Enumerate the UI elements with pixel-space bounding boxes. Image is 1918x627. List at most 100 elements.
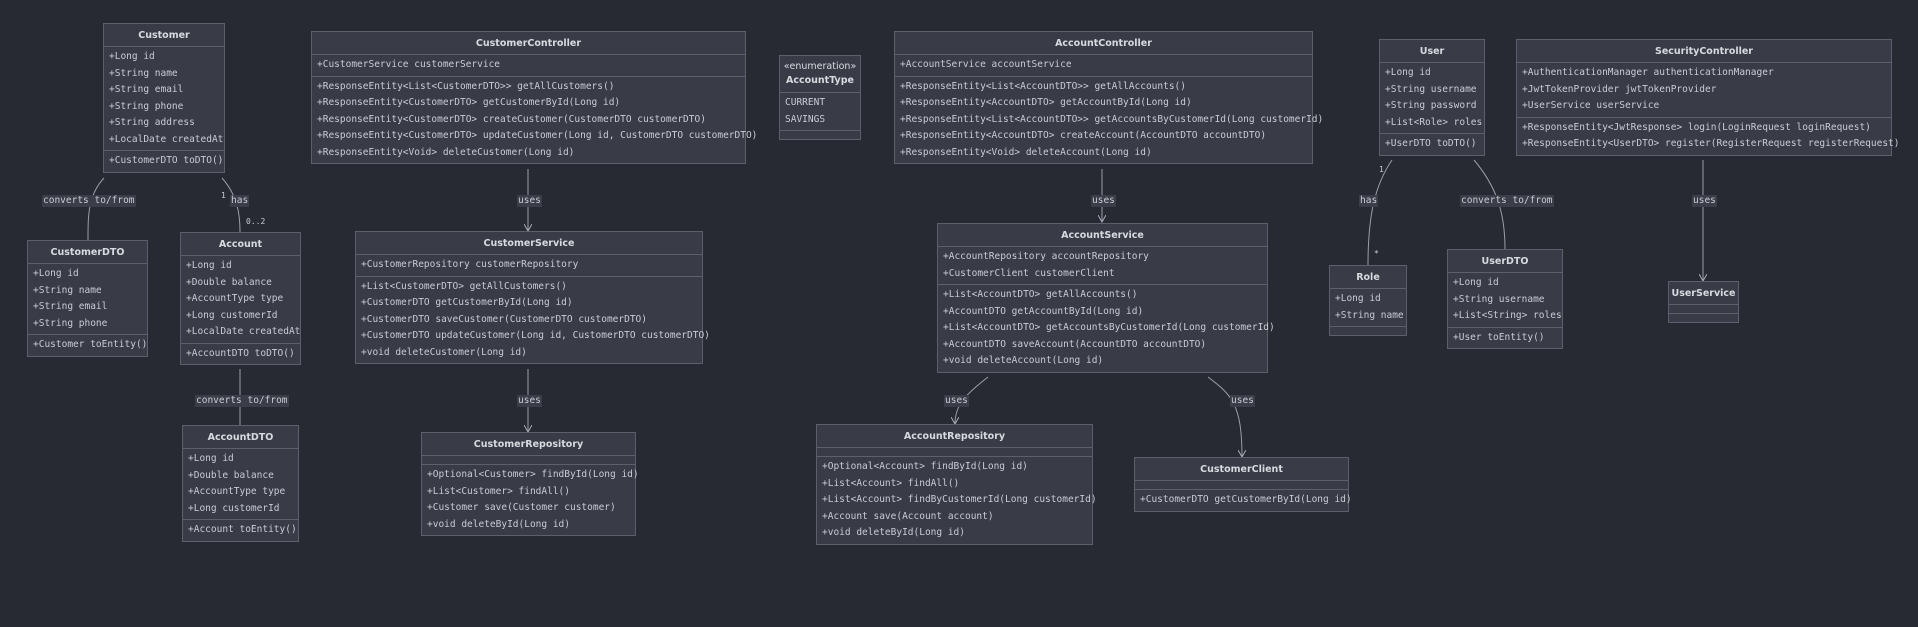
relation-label-accountcontroller-accountservice: uses [1091, 195, 1116, 207]
field: +String name [1335, 309, 1404, 321]
method: +void deleteAccount(Long id) [943, 355, 1104, 366]
method: +List<CustomerDTO> getAllCustomers() [361, 280, 567, 292]
field: +Long id [109, 51, 155, 62]
field: +AuthenticationManager authenticationMan… [1522, 67, 1774, 78]
field: +Long id [33, 268, 79, 279]
class-methods: +CustomerDTO toDTO() [104, 150, 224, 172]
method: +CustomerDTO saveCustomer(CustomerDTO cu… [361, 313, 647, 325]
class-methods: +ResponseEntity<List<AccountDTO>> getAll… [895, 75, 1324, 164]
class-security-controller[interactable]: SecurityController +AuthenticationManage… [1516, 39, 1900, 156]
relation-label-accountservice-accountrepository: uses [944, 395, 969, 407]
class-user-service[interactable]: UserService [1668, 281, 1739, 323]
method: +ResponseEntity<JwtResponse> login(Login… [1522, 121, 1871, 133]
field: +Double balance [188, 469, 274, 481]
field: +String username [1385, 83, 1477, 95]
class-methods: +List<CustomerDTO> getAllCustomers() +Cu… [356, 275, 710, 364]
class-methods [1669, 313, 1738, 322]
class-name: AccountDTO [207, 432, 274, 443]
relation-label-customer-account: has [230, 195, 250, 207]
method: +Customer toEntity() [33, 339, 148, 350]
method: +ResponseEntity<CustomerDTO> updateCusto… [317, 130, 758, 141]
relation-label-customercontroller-customerservice: uses [517, 195, 542, 207]
edge-user-role [1367, 159, 1393, 266]
class-fields: +Long id +String name [1330, 288, 1406, 326]
method: +List<AccountDTO> getAllAccounts() [943, 289, 1138, 300]
method: +ResponseEntity<List<CustomerDTO>> getAl… [317, 80, 615, 92]
method: +ResponseEntity<AccountDTO> getAccountBy… [900, 97, 1192, 108]
edge-accountservice-customerclient [1207, 376, 1242, 457]
field: +String username [1453, 293, 1545, 305]
class-name: CustomerDTO [50, 247, 125, 258]
field: +String address [109, 117, 195, 128]
enum-value: SAVINGS [785, 113, 826, 125]
class-fields: +Long id +String name +String email +Str… [28, 263, 147, 334]
relation-label-user-userdto: converts to/from [1460, 195, 1554, 207]
class-role[interactable]: Role +Long id +String name [1329, 265, 1407, 336]
method: +Account save(Account account) [822, 510, 994, 522]
class-methods [780, 130, 860, 139]
field: +Long customerId [188, 502, 280, 514]
class-user[interactable]: User +Long id +String username +String p… [1379, 39, 1485, 156]
class-account-service[interactable]: AccountService +AccountRepository accoun… [937, 223, 1275, 373]
field: +LocalDate createdAt [186, 326, 301, 337]
class-fields [422, 455, 635, 464]
method: +Optional<Customer> findById(Long id) [427, 469, 639, 480]
class-customer-controller[interactable]: CustomerController +CustomerService cust… [311, 31, 758, 164]
method: +void deleteCustomer(Long id) [361, 346, 527, 358]
field: +LocalDate createdAt [109, 133, 224, 145]
method: +ResponseEntity<Void> deleteAccount(Long… [900, 146, 1152, 158]
class-fields: +Long id +String username +List<String> … [1448, 272, 1562, 327]
class-methods: +Optional<Customer> findById(Long id) +L… [422, 464, 639, 535]
class-name: User [1419, 46, 1445, 57]
class-customer-service[interactable]: CustomerService +CustomerRepository cust… [355, 231, 710, 364]
class-customer[interactable]: Customer +Long id +String name +String e… [103, 23, 225, 173]
method: +ResponseEntity<AccountDTO> createAccoun… [900, 130, 1267, 141]
method: +ResponseEntity<List<AccountDTO>> getAcc… [900, 113, 1324, 125]
class-name: Customer [138, 30, 190, 41]
class-fields [1135, 480, 1348, 489]
relation-label-customer-customerdto: converts to/from [42, 195, 136, 207]
relation-label-user-role: has [1359, 195, 1379, 207]
class-account-controller[interactable]: AccountController +AccountService accoun… [894, 31, 1324, 164]
method: +List<Account> findAll() [822, 477, 960, 489]
class-methods: +CustomerDTO getCustomerById(Long id) [1135, 489, 1352, 511]
method: +void deleteById(Long id) [822, 527, 965, 538]
field: +Long id [1385, 67, 1431, 78]
multiplicity-account-side: 0..2 [246, 217, 266, 226]
class-fields: +AccountRepository accountRepository +Cu… [938, 246, 1267, 284]
class-methods: +ResponseEntity<List<CustomerDTO>> getAl… [312, 75, 758, 164]
class-account-type[interactable]: «enumeration» AccountType CURRENT SAVING… [779, 55, 861, 140]
multiplicity-role-side: * [1374, 249, 1379, 258]
class-methods: +Optional<Account> findById(Long id) +Li… [817, 456, 1097, 544]
method: +List<AccountDTO> getAccountsByCustomerI… [943, 322, 1275, 333]
relation-label-securitycontroller-userservice: uses [1692, 195, 1717, 207]
method: +ResponseEntity<UserDTO> register(Regist… [1522, 138, 1900, 149]
multiplicity-user-side: 1 [1379, 165, 1384, 174]
class-name: CustomerController [475, 38, 582, 49]
class-name: CustomerClient [1200, 464, 1283, 475]
field: +Long id [1453, 277, 1499, 288]
class-fields: +AccountService accountService [895, 54, 1312, 76]
method: +void deleteById(Long id) [427, 518, 570, 530]
field: +UserService userService [1522, 100, 1660, 111]
field: +Long customerId [186, 309, 278, 321]
field: +String email [33, 301, 108, 312]
field: +CustomerClient customerClient [943, 267, 1115, 279]
class-account[interactable]: Account +Long id +Double balance +Accoun… [180, 232, 301, 365]
class-name: CustomerRepository [473, 439, 584, 450]
method: +UserDTO toDTO() [1385, 138, 1477, 149]
class-customer-repository[interactable]: CustomerRepository +Optional<Customer> f… [421, 432, 639, 536]
method: +AccountDTO toDTO() [186, 347, 295, 359]
class-account-dto[interactable]: AccountDTO +Long id +Double balance +Acc… [182, 425, 299, 542]
field: +List<Role> roles [1385, 116, 1483, 128]
method: +CustomerDTO getCustomerById(Long id) [361, 297, 573, 308]
method: +CustomerDTO toDTO() [109, 155, 224, 166]
class-fields [1669, 304, 1738, 313]
class-customer-dto[interactable]: CustomerDTO +Long id +String name +Strin… [27, 240, 148, 357]
class-account-repository[interactable]: AccountRepository +Optional<Account> fin… [816, 424, 1097, 545]
class-name: UserDTO [1481, 256, 1529, 267]
class-user-dto[interactable]: UserDTO +Long id +String username +List<… [1447, 249, 1563, 349]
class-fields: +AuthenticationManager authenticationMan… [1517, 62, 1891, 117]
class-customer-client[interactable]: CustomerClient +CustomerDTO getCustomerB… [1134, 457, 1352, 512]
method: +ResponseEntity<CustomerDTO> getCustomer… [317, 97, 621, 108]
